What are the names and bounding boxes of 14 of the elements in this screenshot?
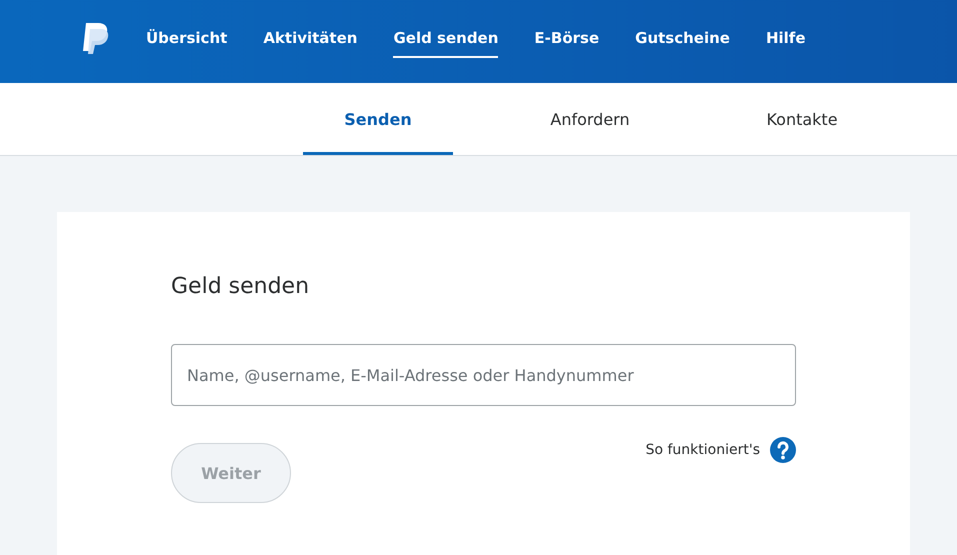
- nav-tab[interactable]: Gutscheine: [635, 21, 730, 58]
- nav-tab[interactable]: Geld senden: [393, 21, 498, 58]
- nav-tab[interactable]: E-Börse: [534, 21, 600, 58]
- help-icon[interactable]: [770, 437, 796, 463]
- logo-icon[interactable]: [80, 22, 110, 56]
- nav-tab[interactable]: Übersicht: [146, 21, 228, 58]
- nav-tab[interactable]: Hilfe: [766, 21, 806, 58]
- nav-tab[interactable]: Aktivitäten: [263, 21, 358, 58]
- help-link[interactable]: So funktioniert's: [646, 442, 760, 458]
- recipient-field[interactable]: Name, @username, E-Mail-Adresse oder Handynummer: [171, 344, 796, 406]
- card-title: Geld senden: [171, 274, 310, 301]
- sub-tab[interactable]: Anfordern: [515, 83, 665, 155]
- sub-tab[interactable]: Kontakte: [727, 83, 877, 155]
- sub-tab[interactable]: Senden: [303, 83, 453, 155]
